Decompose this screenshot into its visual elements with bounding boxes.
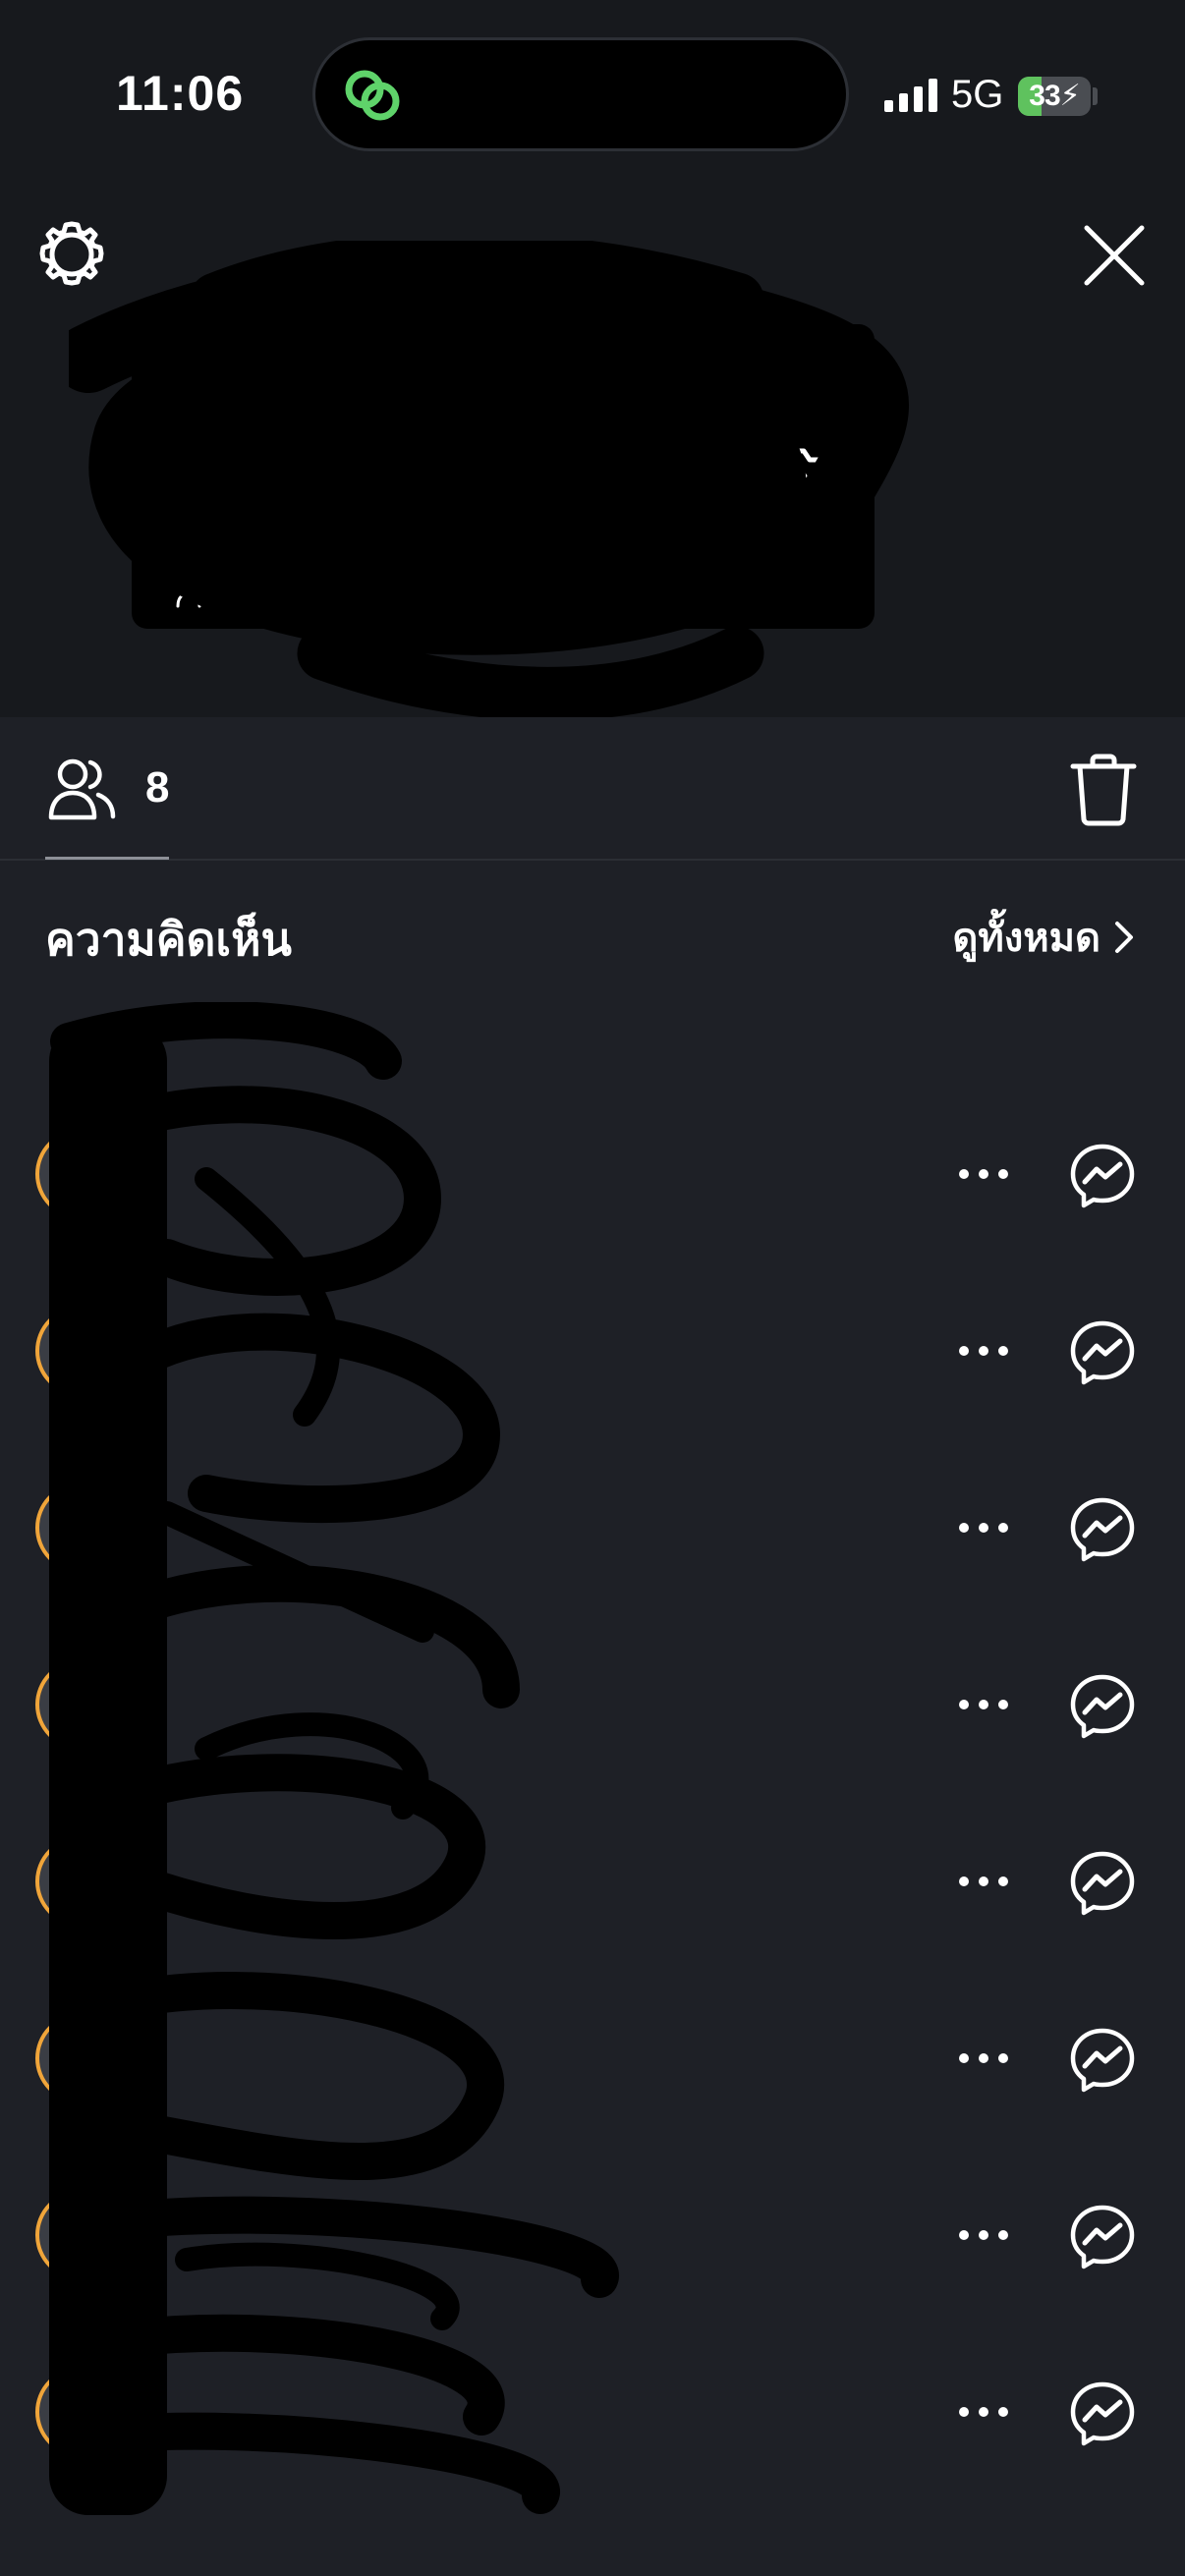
messenger-icon[interactable]: [1069, 2027, 1136, 2094]
story-viewer-count: 16: [175, 572, 254, 611]
status-time: 11:06: [116, 66, 245, 121]
comments-section: ความคิดเห็น ดูทั้งหมด: [0, 861, 1185, 2576]
avatar[interactable]: [35, 2367, 126, 2457]
viewer-list: [0, 1086, 1185, 2500]
avatar[interactable]: [35, 2013, 126, 2103]
gear-icon[interactable]: [35, 218, 108, 291]
viewer-row[interactable]: [0, 1262, 1185, 1439]
battery-nub: [1093, 87, 1098, 105]
messenger-icon[interactable]: [1069, 1143, 1136, 1209]
story-preview-area: 11:06 5G 33⚡ 16: [0, 0, 1185, 721]
messenger-icon[interactable]: [1069, 1496, 1136, 1563]
cellular-signal-icon: [884, 79, 937, 112]
messenger-icon[interactable]: [1069, 2204, 1136, 2270]
more-dots-icon[interactable]: [953, 1498, 1014, 1557]
battery-label: 33: [1029, 80, 1060, 112]
more-dots-icon[interactable]: [953, 1145, 1014, 1204]
messenger-icon[interactable]: [1069, 2380, 1136, 2447]
viewers-tab-bar: 8: [0, 717, 1185, 861]
avatar[interactable]: [35, 1836, 126, 1927]
more-dots-icon[interactable]: [953, 2206, 1014, 2265]
dynamic-island: [312, 37, 849, 151]
people-icon: [48, 758, 116, 820]
chevron-right-icon: [1115, 922, 1133, 953]
avatar[interactable]: [35, 1659, 126, 1750]
see-all-button[interactable]: ดูทั้งหมด: [952, 906, 1136, 969]
more-dots-icon[interactable]: [953, 1321, 1014, 1380]
viewer-row[interactable]: [0, 2324, 1185, 2500]
more-dots-icon[interactable]: [953, 2382, 1014, 2441]
battery-indicator: 33⚡: [1018, 77, 1091, 116]
camera-icon[interactable]: [749, 438, 837, 517]
comments-title: ความคิดเห็น: [45, 914, 292, 965]
avatar[interactable]: [35, 1306, 126, 1396]
battery-percent: 33⚡: [1018, 77, 1091, 116]
more-dots-icon[interactable]: [953, 1675, 1014, 1734]
network-type: 5G: [951, 73, 1004, 116]
people-icon: [176, 576, 211, 608]
messenger-icon[interactable]: [1069, 1319, 1136, 1386]
tab-viewers[interactable]: 8: [45, 747, 169, 829]
charging-bolt-icon: ⚡: [1059, 80, 1081, 112]
avatar[interactable]: [35, 1483, 126, 1573]
avatar[interactable]: [35, 2190, 126, 2280]
viewer-row[interactable]: [0, 1086, 1185, 1262]
viewer-row[interactable]: [0, 1439, 1185, 1616]
viewer-row[interactable]: [0, 1616, 1185, 1793]
link-rings-icon: [345, 70, 400, 121]
messenger-icon[interactable]: [1069, 1850, 1136, 1917]
more-dots-icon[interactable]: [953, 1852, 1014, 1911]
viewer-row[interactable]: [0, 2147, 1185, 2324]
story-viewer-count-value: 16: [216, 572, 254, 610]
active-tab-indicator: [45, 857, 169, 860]
see-all-label: ดูทั้งหมด: [952, 917, 1100, 960]
viewer-row[interactable]: [0, 1970, 1185, 2147]
viewers-count: 8: [145, 763, 170, 812]
avatar[interactable]: [35, 1129, 126, 1219]
more-dots-icon[interactable]: [953, 2029, 1014, 2088]
status-bar: 11:06 5G 33⚡: [0, 0, 1185, 167]
messenger-icon[interactable]: [1069, 1673, 1136, 1740]
viewer-row[interactable]: [0, 1793, 1185, 1970]
close-icon[interactable]: [1081, 222, 1148, 289]
trash-icon[interactable]: [1069, 753, 1138, 827]
